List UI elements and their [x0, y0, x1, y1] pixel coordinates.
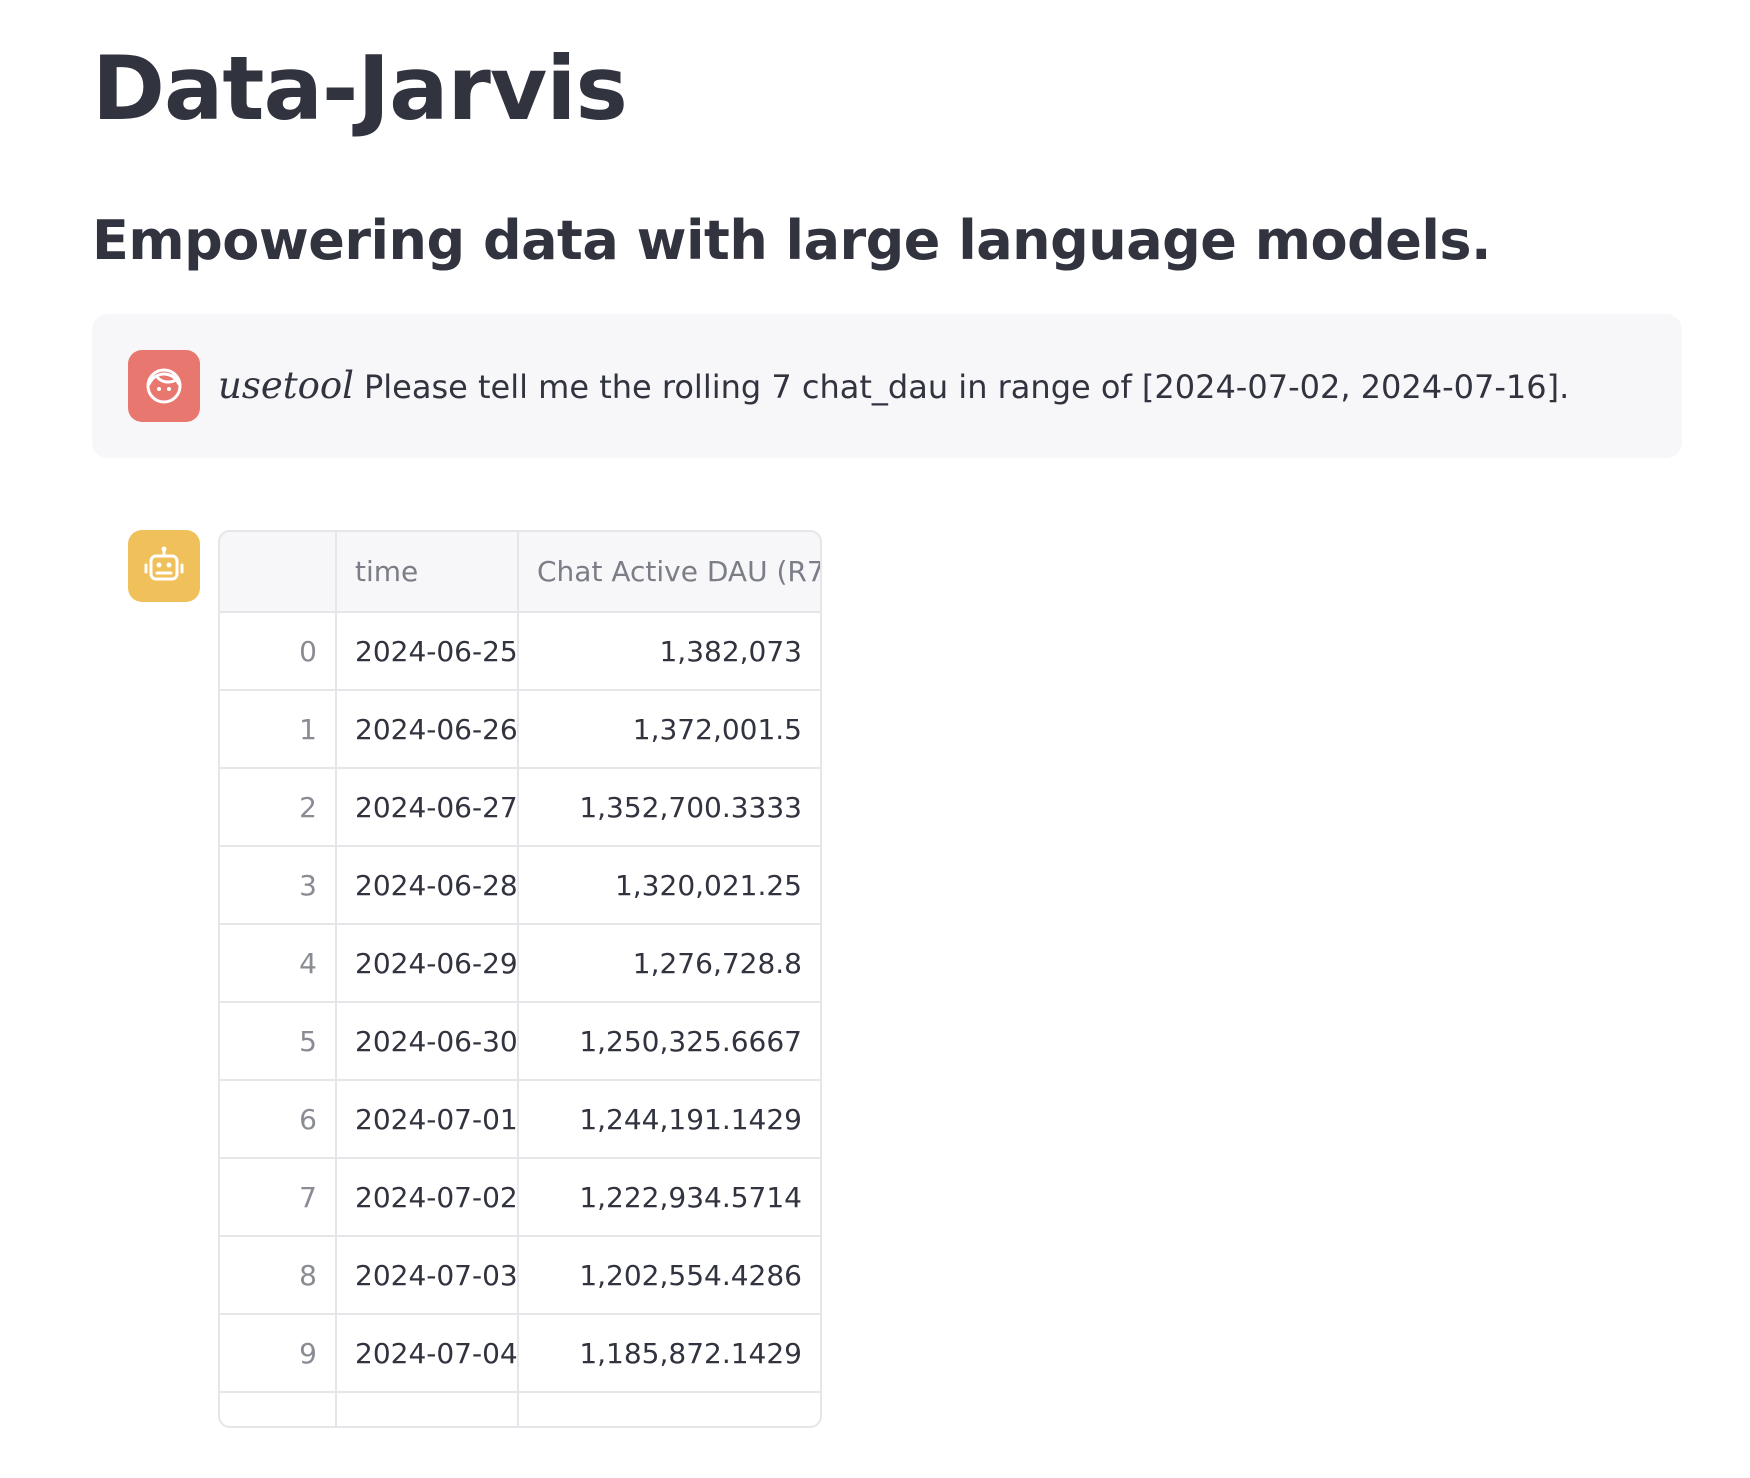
- row-value-cell[interactable]: 1,244,191.1429: [518, 1080, 820, 1159]
- table-row: 8 2024-07-03 1,202,554.4286: [220, 1236, 820, 1315]
- assistant-avatar: [128, 530, 200, 602]
- row-index-cell[interactable]: 1: [220, 690, 337, 769]
- row-index-cell[interactable]: 7: [220, 1158, 337, 1237]
- row-index-cell[interactable]: 9: [220, 1314, 337, 1393]
- face-icon: [146, 368, 182, 404]
- row-time-cell[interactable]: 2024-07-01: [336, 1080, 519, 1159]
- row-index-cell[interactable]: 3: [220, 846, 337, 925]
- row-index-cell[interactable]: 6: [220, 1080, 337, 1159]
- table-row: 0 2024-06-25 1,382,073: [220, 612, 820, 691]
- row-time-cell[interactable]: 2024-06-29: [336, 924, 519, 1003]
- header-chat-active-dau[interactable]: Chat Active DAU (R7): [518, 532, 820, 613]
- row-time-cell[interactable]: 2024-06-30: [336, 1002, 519, 1081]
- row-value-cell[interactable]: 1,372,001.5: [518, 690, 820, 769]
- row-time-cell[interactable]: 2024-06-26: [336, 690, 519, 769]
- row-index-cell[interactable]: 2: [220, 768, 337, 847]
- data-table: time Chat Active DAU (R7) 0 2024-06-25 1,3…: [220, 532, 820, 1426]
- table-row: 5 2024-06-30 1,250,325.6667: [220, 1002, 820, 1081]
- row-value-cell[interactable]: 1,250,325.6667: [518, 1002, 820, 1081]
- empty-cell: [220, 1392, 337, 1426]
- user-chat-message: usetool Please tell me the rolling 7 chat…: [92, 314, 1682, 458]
- header-index[interactable]: [220, 532, 337, 613]
- table-header-row: time Chat Active DAU (R7): [220, 532, 820, 613]
- table-row: 7 2024-07-02 1,222,934.5714: [220, 1158, 820, 1237]
- user-message-text: usetool Please tell me the rolling 7 chat…: [218, 358, 1569, 415]
- row-value-cell[interactable]: 1,382,073: [518, 612, 820, 691]
- row-index-cell[interactable]: 4: [220, 924, 337, 1003]
- row-value-cell[interactable]: 1,185,872.1429: [518, 1314, 820, 1393]
- empty-cell: [336, 1392, 519, 1426]
- table-row: 4 2024-06-29 1,276,728.8: [220, 924, 820, 1003]
- row-time-cell[interactable]: 2024-07-04: [336, 1314, 519, 1393]
- row-time-cell[interactable]: 2024-07-03: [336, 1236, 519, 1315]
- table-row: 2 2024-06-27 1,352,700.3333: [220, 768, 820, 847]
- row-time-cell[interactable]: 2024-06-25: [336, 612, 519, 691]
- row-value-cell[interactable]: 1,320,021.25: [518, 846, 820, 925]
- user-avatar: [128, 350, 200, 422]
- table-row-partial: [220, 1392, 820, 1426]
- table-body: 0 2024-06-25 1,382,073 1 2024-06-26 1,372,001…: [220, 612, 820, 1426]
- empty-cell: [518, 1392, 820, 1426]
- app-title: Data-Jarvis: [92, 37, 628, 140]
- row-value-cell[interactable]: 1,352,700.3333: [518, 768, 820, 847]
- row-value-cell[interactable]: 1,202,554.4286: [518, 1236, 820, 1315]
- header-time[interactable]: time: [336, 532, 519, 613]
- table-row: 1 2024-06-26 1,372,001.5: [220, 690, 820, 769]
- row-index-cell[interactable]: 5: [220, 1002, 337, 1081]
- app-page: Data-Jarvis Empowering data with large l…: [0, 0, 1750, 1478]
- row-index-cell[interactable]: 0: [220, 612, 337, 691]
- table-row: 6 2024-07-01 1,244,191.1429: [220, 1080, 820, 1159]
- row-time-cell[interactable]: 2024-07-02: [336, 1158, 519, 1237]
- row-index-cell[interactable]: 8: [220, 1236, 337, 1315]
- row-time-cell[interactable]: 2024-06-28: [336, 846, 519, 925]
- table-row: 9 2024-07-04 1,185,872.1429: [220, 1314, 820, 1393]
- app-subtitle: Empowering data with large language mode…: [92, 209, 1492, 272]
- robot-icon: [144, 546, 184, 581]
- row-time-cell[interactable]: 2024-06-27: [336, 768, 519, 847]
- tool-tag: usetool: [218, 364, 354, 407]
- row-value-cell[interactable]: 1,276,728.8: [518, 924, 820, 1003]
- user-message-body: Please tell me the rolling 7 chat_dau in…: [363, 368, 1570, 406]
- dataframe-table[interactable]: time Chat Active DAU (R7) 0 2024-06-25 1,3…: [218, 530, 822, 1428]
- table-row: 3 2024-06-28 1,320,021.25: [220, 846, 820, 925]
- row-value-cell[interactable]: 1,222,934.5714: [518, 1158, 820, 1237]
